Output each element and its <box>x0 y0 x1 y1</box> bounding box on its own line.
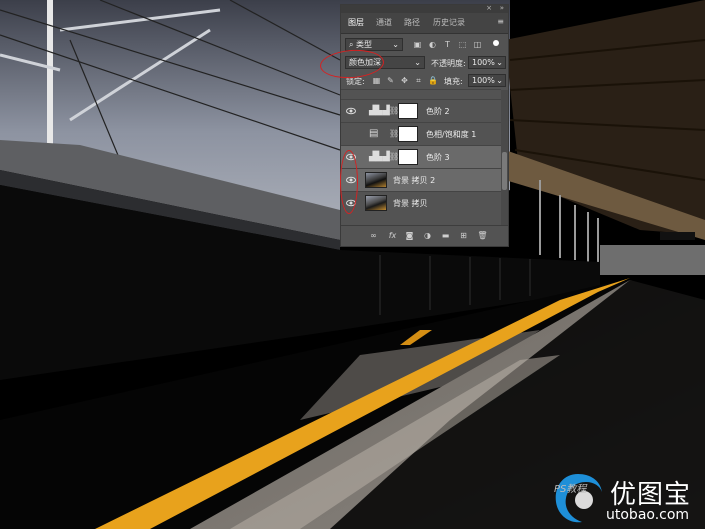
photo-canvas: » × 图层 通道 路径 历史记录 ≡ ⌕ 类型 ⌄ ▣ ◐ T ⬚ ◫ 颜色加… <box>0 0 705 529</box>
chevron-down-icon: ⌄ <box>392 40 399 49</box>
watermark-ps-text: PS教程 <box>554 484 587 495</box>
layer-mask-thumbnail[interactable] <box>398 103 418 119</box>
layer-mask-thumbnail[interactable] <box>398 126 418 142</box>
eye-icon[interactable] <box>346 152 356 162</box>
levels-icon: ▟▙▟ <box>369 152 390 162</box>
filter-row: ⌕ 类型 ⌄ ▣ ◐ T ⬚ ◫ <box>341 37 508 53</box>
eye-icon[interactable] <box>346 198 356 208</box>
layer-image-thumbnail[interactable] <box>365 172 387 188</box>
hue-saturation-icon: ▤ <box>369 128 379 139</box>
panel-menu-icon[interactable]: ≡ <box>497 17 504 26</box>
collapse-icon[interactable]: » <box>500 4 504 12</box>
layer-style-fx-icon[interactable]: fx <box>387 230 398 241</box>
layers-bottom-toolbar: ∞ fx ◙ ◑ ▬ ⊞ 🗑 <box>341 225 508 247</box>
opacity-input[interactable]: 100% ⌄ <box>468 56 506 69</box>
blend-row: 颜色加深 ⌄ 不透明度: 100% ⌄ <box>341 55 508 71</box>
fill-input[interactable]: 100% ⌄ <box>468 74 506 87</box>
search-icon: ⌕ <box>349 40 354 49</box>
fill-label: 填充: <box>444 77 463 86</box>
eye-icon[interactable] <box>346 175 356 185</box>
layer-row[interactable]: 背景 拷贝 2 <box>341 168 501 191</box>
opacity-label: 不透明度: <box>431 59 466 68</box>
layer-row[interactable]: ▤ ⛓ 色相/饱和度 1 <box>341 122 501 145</box>
lock-all-icon[interactable]: 🔒 <box>428 76 438 85</box>
scrollbar-thumb[interactable] <box>502 152 507 190</box>
lock-row: 锁定: ▦ ✎ ✥ ⌗ 🔒 填充: 100% ⌄ <box>341 73 508 89</box>
filter-type-icon[interactable]: T <box>443 40 452 49</box>
fill-value: 100% <box>472 76 495 85</box>
filter-toggle-icon[interactable] <box>493 40 499 46</box>
watermark: PS教程 优图宝 utobao.com <box>548 470 705 529</box>
filter-adjustment-icon[interactable]: ◐ <box>428 40 437 49</box>
layer-image-thumbnail[interactable] <box>365 195 387 211</box>
chevron-down-icon: ⌄ <box>496 76 503 85</box>
tab-paths[interactable]: 路径 <box>404 17 420 28</box>
link-layers-icon[interactable]: ∞ <box>368 230 379 241</box>
chevron-down-icon: ⌄ <box>414 58 421 67</box>
tab-history[interactable]: 历史记录 <box>433 17 465 28</box>
tab-channels[interactable]: 通道 <box>376 17 392 28</box>
layer-row[interactable]: 背景 拷贝 <box>341 191 501 214</box>
trash-icon[interactable]: 🗑 <box>477 230 488 241</box>
panel-tabs: 图层 通道 路径 历史记录 ≡ <box>341 13 508 34</box>
new-group-icon[interactable]: ▬ <box>440 230 451 241</box>
panel-title-bar: » × <box>341 4 508 13</box>
layer-row[interactable]: ▟▙▟ ⛓ 色阶 2 <box>341 99 501 122</box>
new-layer-icon[interactable]: ⊞ <box>458 230 469 241</box>
close-icon[interactable]: × <box>486 4 492 12</box>
layer-name[interactable]: 背景 拷贝 <box>393 198 428 209</box>
watermark-url: utobao.com <box>606 507 690 523</box>
layer-row[interactable]: ▟▙▟ ⛓ 色阶 3 <box>341 145 501 168</box>
layer-name[interactable]: 背景 拷贝 2 <box>393 175 435 186</box>
filter-pixel-icon[interactable]: ▣ <box>413 40 422 49</box>
opacity-value: 100% <box>472 58 495 67</box>
eye-icon[interactable] <box>346 106 356 116</box>
lock-artboard-icon[interactable]: ⌗ <box>414 76 423 85</box>
layer-name[interactable]: 色相/饱和度 1 <box>426 129 476 140</box>
lock-label: 锁定: <box>346 77 365 86</box>
utobao-logo-icon <box>555 474 602 523</box>
lock-transparent-icon[interactable]: ▦ <box>372 76 381 85</box>
tab-layers[interactable]: 图层 <box>344 14 368 34</box>
filter-kind-value: 类型 <box>356 40 373 49</box>
filter-smart-object-icon[interactable]: ◫ <box>473 40 482 49</box>
layer-mask-thumbnail[interactable] <box>398 149 418 165</box>
blend-mode-value: 颜色加深 <box>349 58 381 67</box>
layers-panel: » × 图层 通道 路径 历史记录 ≡ ⌕ 类型 ⌄ ▣ ◐ T ⬚ ◫ 颜色加… <box>340 4 509 247</box>
layer-name[interactable]: 色阶 2 <box>426 106 450 117</box>
lock-position-icon[interactable]: ✥ <box>400 76 409 85</box>
lock-image-icon[interactable]: ✎ <box>386 76 395 85</box>
layer-row-hidden-top[interactable] <box>341 89 501 95</box>
layer-name[interactable]: 色阶 3 <box>426 152 450 163</box>
add-mask-icon[interactable]: ◙ <box>404 230 415 241</box>
levels-icon: ▟▙▟ <box>369 106 390 116</box>
adjustment-layer-icon[interactable]: ◑ <box>422 230 433 241</box>
chevron-down-icon: ⌄ <box>496 58 503 67</box>
filter-kind-select[interactable]: ⌕ 类型 ⌄ <box>345 38 403 51</box>
layers-scrollbar[interactable] <box>501 90 508 225</box>
watermark-brand: 优图宝 <box>610 480 692 510</box>
blend-mode-select[interactable]: 颜色加深 ⌄ <box>345 56 425 69</box>
filter-shape-icon[interactable]: ⬚ <box>458 40 467 49</box>
